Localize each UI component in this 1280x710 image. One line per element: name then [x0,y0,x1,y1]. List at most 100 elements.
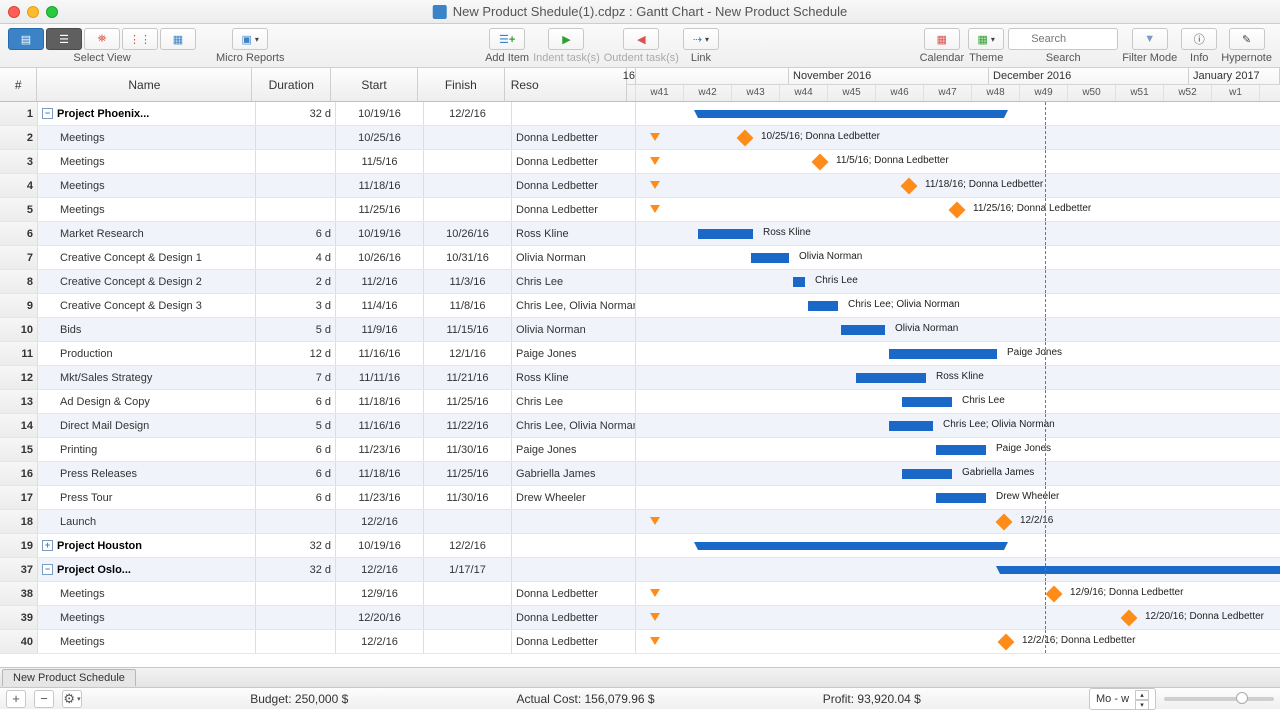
finish-cell[interactable]: 11/3/16 [424,270,512,293]
task-row[interactable]: 38Meetings12/9/16Donna Ledbetter12/9/16;… [0,582,1280,606]
view-btn-4[interactable]: ⋮⋮ [122,28,158,50]
hypernote-button[interactable]: ✎ [1229,28,1265,50]
milestone-marker[interactable] [901,178,918,195]
finish-cell[interactable]: 12/2/16 [424,534,512,557]
start-cell[interactable]: 11/16/16 [336,342,424,365]
task-row[interactable]: 11Production12 d11/16/1612/1/16Paige Jon… [0,342,1280,366]
duration-cell[interactable]: 12 d [256,342,336,365]
finish-cell[interactable] [424,630,512,653]
finish-cell[interactable] [424,582,512,605]
task-bar[interactable] [698,229,753,239]
row-number[interactable]: 14 [0,414,38,437]
start-cell[interactable]: 11/11/16 [336,366,424,389]
task-name-cell[interactable]: Printing [38,438,256,461]
resource-cell[interactable]: Donna Ledbetter [512,150,636,173]
finish-cell[interactable] [424,198,512,221]
duration-cell[interactable]: 32 d [256,102,336,125]
duration-cell[interactable] [256,174,336,197]
task-name-cell[interactable]: Bids [38,318,256,341]
finish-cell[interactable] [424,150,512,173]
task-row[interactable]: 3Meetings11/5/16Donna Ledbetter11/5/16; … [0,150,1280,174]
resource-cell[interactable]: Paige Jones [512,438,636,461]
start-cell[interactable]: 10/25/16 [336,126,424,149]
resource-cell[interactable]: Chris Lee, Olivia Norman [512,414,636,437]
milestone-marker[interactable] [998,634,1015,651]
start-cell[interactable]: 10/26/16 [336,246,424,269]
duration-cell[interactable] [256,582,336,605]
zoom-slider[interactable] [1164,697,1274,701]
task-name-cell[interactable]: Creative Concept & Design 3 [38,294,256,317]
start-cell[interactable]: 11/4/16 [336,294,424,317]
duration-cell[interactable]: 5 d [256,414,336,437]
theme-button[interactable]: ▦ ▾ [968,28,1004,50]
start-cell[interactable]: 11/2/16 [336,270,424,293]
task-row[interactable]: 7Creative Concept & Design 14 d10/26/161… [0,246,1280,270]
row-number[interactable]: 6 [0,222,38,245]
start-cell[interactable]: 11/16/16 [336,414,424,437]
duration-cell[interactable]: 32 d [256,534,336,557]
task-row[interactable]: 4Meetings11/18/16Donna Ledbetter11/18/16… [0,174,1280,198]
duration-cell[interactable] [256,606,336,629]
task-name-cell[interactable]: −Project Oslo... [38,558,256,581]
row-number[interactable]: 9 [0,294,38,317]
resource-cell[interactable]: Chris Lee [512,390,636,413]
minimize-icon[interactable] [27,6,39,18]
row-number[interactable]: 37 [0,558,38,581]
finish-cell[interactable]: 11/8/16 [424,294,512,317]
task-name-cell[interactable]: Production [38,342,256,365]
resource-cell[interactable] [512,534,636,557]
task-bar[interactable] [856,373,926,383]
task-row[interactable]: 19+Project Houston32 d10/19/1612/2/16 [0,534,1280,558]
duration-cell[interactable]: 6 d [256,462,336,485]
task-name-cell[interactable]: Mkt/Sales Strategy [38,366,256,389]
tree-toggle[interactable]: + [42,540,53,551]
info-button[interactable]: ⓘ [1181,28,1217,50]
task-name-cell[interactable]: Market Research [38,222,256,245]
resource-cell[interactable]: Olivia Norman [512,246,636,269]
task-bar[interactable] [936,445,986,455]
tree-toggle[interactable]: − [42,108,53,119]
view-btn-3[interactable]: ⛯ [84,28,120,50]
zoom-stepper[interactable]: ▴▾ [1135,690,1149,708]
slider-knob[interactable] [1236,692,1248,704]
task-name-cell[interactable]: Meetings [38,582,256,605]
task-name-cell[interactable]: Creative Concept & Design 1 [38,246,256,269]
search-input[interactable] [1008,28,1118,50]
summary-bar[interactable] [1000,566,1280,574]
resource-cell[interactable]: Chris Lee, Olivia Norman [512,294,636,317]
task-bar[interactable] [936,493,986,503]
milestone-marker[interactable] [996,514,1013,531]
task-row[interactable]: 6Market Research6 d10/19/1610/26/16Ross … [0,222,1280,246]
row-number[interactable]: 39 [0,606,38,629]
task-row[interactable]: 12Mkt/Sales Strategy7 d11/11/1611/21/16R… [0,366,1280,390]
finish-cell[interactable]: 12/2/16 [424,102,512,125]
task-row[interactable]: 2Meetings10/25/16Donna Ledbetter10/25/16… [0,126,1280,150]
micro-reports-button[interactable]: ▣ ▾ [232,28,268,50]
task-row[interactable]: 18Launch12/2/1612/2/16 [0,510,1280,534]
task-name-cell[interactable]: Ad Design & Copy [38,390,256,413]
task-row[interactable]: 9Creative Concept & Design 33 d11/4/1611… [0,294,1280,318]
finish-cell[interactable]: 11/30/16 [424,486,512,509]
start-cell[interactable]: 12/2/16 [336,510,424,533]
start-cell[interactable]: 11/5/16 [336,150,424,173]
task-row[interactable]: 13Ad Design & Copy6 d11/18/1611/25/16Chr… [0,390,1280,414]
header-name[interactable]: Name [37,68,252,101]
start-cell[interactable]: 10/19/16 [336,222,424,245]
row-number[interactable]: 19 [0,534,38,557]
start-cell[interactable]: 11/18/16 [336,174,424,197]
task-row[interactable]: 15Printing6 d11/23/1611/30/16Paige Jones… [0,438,1280,462]
row-number[interactable]: 38 [0,582,38,605]
resource-cell[interactable]: Donna Ledbetter [512,198,636,221]
duration-cell[interactable]: 7 d [256,366,336,389]
duration-cell[interactable] [256,126,336,149]
resource-cell[interactable]: Chris Lee [512,270,636,293]
task-name-cell[interactable]: Meetings [38,150,256,173]
start-cell[interactable]: 10/19/16 [336,102,424,125]
resource-cell[interactable]: Donna Ledbetter [512,606,636,629]
milestone-marker[interactable] [1121,610,1138,627]
duration-cell[interactable]: 2 d [256,270,336,293]
row-number[interactable]: 40 [0,630,38,653]
settings-button[interactable]: ⚙▾ [62,690,82,708]
resource-cell[interactable]: Gabriella James [512,462,636,485]
add-button[interactable]: + [6,690,26,708]
